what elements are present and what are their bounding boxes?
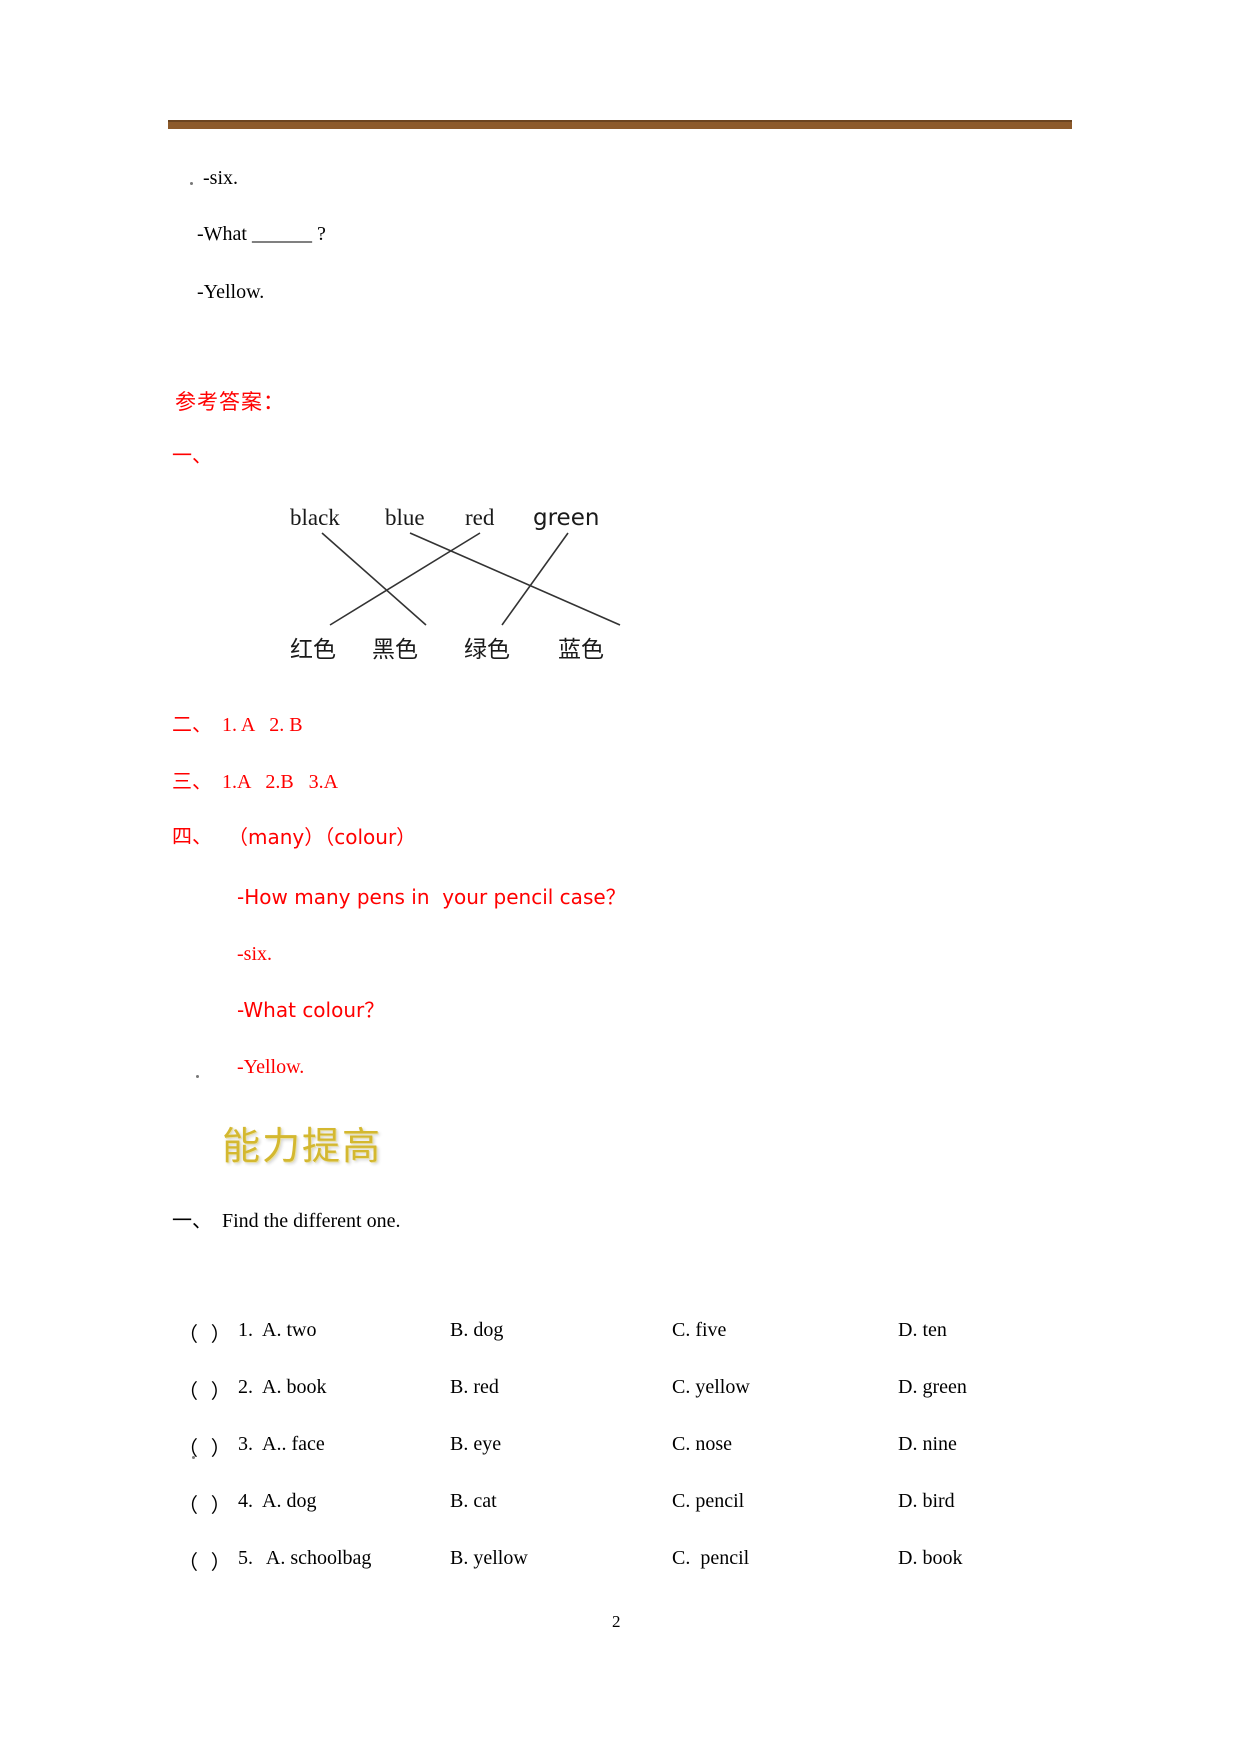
top-line-3: -Yellow. bbox=[197, 281, 265, 303]
question-3-option-c[interactable]: C. nose bbox=[672, 1433, 732, 1456]
question-3-option-b[interactable]: B. eye bbox=[450, 1433, 501, 1456]
answer-dialogue-line-1: -How many pens in your pencil case？ bbox=[237, 885, 626, 909]
answer-three-label: 三、 bbox=[172, 769, 212, 793]
question-1-option-b[interactable]: B. dog bbox=[450, 1319, 503, 1342]
question-5-number: 5. bbox=[238, 1547, 253, 1569]
question-2-mark[interactable]: （ ） bbox=[178, 1375, 231, 1404]
question-2-option-d[interactable]: D. green bbox=[898, 1376, 967, 1399]
match-word-green: green bbox=[533, 505, 600, 531]
answer-two-label: 二、 bbox=[172, 712, 212, 736]
match-cn-blue: 蓝色 bbox=[558, 637, 604, 663]
page-number: 2 bbox=[612, 1612, 621, 1631]
question-1-option-a[interactable]: A. two bbox=[262, 1319, 316, 1342]
top-line-1: -six. bbox=[203, 167, 238, 189]
section-banner-title: 能力提高 bbox=[222, 1124, 383, 1168]
match-cn-green: 绿色 bbox=[464, 637, 510, 663]
question-5-mark[interactable]: （ ） bbox=[178, 1546, 231, 1575]
question-1-mark[interactable]: （ ） bbox=[178, 1318, 231, 1347]
match-word-blue: blue bbox=[385, 505, 425, 530]
answer-dialogue-line-2: -six. bbox=[237, 943, 272, 965]
match-word-black: black bbox=[290, 505, 340, 530]
question-2-number: 2. bbox=[238, 1376, 253, 1398]
top-line-2: -What ______ ? bbox=[197, 223, 326, 245]
question-3-mark[interactable]: （ ） bbox=[178, 1432, 231, 1461]
answer-two-text: 1. A 2. B bbox=[222, 714, 303, 736]
question-3-option-a[interactable]: A.. face bbox=[262, 1433, 325, 1456]
question-3-option-d[interactable]: D. nine bbox=[898, 1433, 957, 1456]
answer-four-text: （many）（colour） bbox=[228, 825, 417, 849]
document-page: -six. -What ______ ? -Yellow. 参考答案： 一、 b… bbox=[0, 0, 1240, 1753]
answer-three-text: 1.A 2.B 3.A bbox=[222, 771, 339, 793]
question-3-number: 3. bbox=[238, 1433, 253, 1455]
matching-diagram: black blue red green 红色 黑色 绿色 蓝色 bbox=[290, 505, 690, 670]
match-word-red: red bbox=[465, 505, 495, 530]
exercise-one-label: 一、 bbox=[172, 1208, 212, 1232]
answer-section-one-label: 一、 bbox=[172, 443, 212, 467]
match-cn-red: 红色 bbox=[290, 637, 336, 663]
question-1-number: 1. bbox=[238, 1319, 253, 1341]
match-cn-black: 黑色 bbox=[372, 637, 418, 663]
question-5-option-d[interactable]: D. book bbox=[898, 1547, 962, 1570]
question-4-mark[interactable]: （ ） bbox=[178, 1489, 231, 1518]
answer-four-label: 四、 bbox=[172, 824, 212, 848]
answers-heading: 参考答案： bbox=[175, 390, 285, 414]
question-5-option-a[interactable]: A. schoolbag bbox=[262, 1547, 372, 1570]
question-5-option-c[interactable]: C. pencil bbox=[672, 1547, 749, 1570]
question-4-option-b[interactable]: B. cat bbox=[450, 1490, 497, 1513]
exercise-one-title: Find the different one. bbox=[222, 1210, 401, 1232]
answer-dialogue-line-3: -What colour？ bbox=[237, 998, 385, 1022]
ink-artifact bbox=[190, 182, 193, 185]
question-4-option-a[interactable]: A. dog bbox=[262, 1490, 316, 1513]
question-4-number: 4. bbox=[238, 1490, 253, 1512]
ink-artifact bbox=[196, 1075, 199, 1078]
question-1-option-c[interactable]: C. five bbox=[672, 1319, 726, 1342]
question-2-option-a[interactable]: A. book bbox=[262, 1376, 326, 1399]
question-1-option-d[interactable]: D. ten bbox=[898, 1319, 947, 1342]
question-5-option-b[interactable]: B. yellow bbox=[450, 1547, 528, 1570]
question-2-option-b[interactable]: B. red bbox=[450, 1376, 499, 1399]
question-4-option-c[interactable]: C. pencil bbox=[672, 1490, 744, 1513]
question-4-option-d[interactable]: D. bird bbox=[898, 1490, 955, 1513]
header-rule bbox=[168, 120, 1072, 129]
question-2-option-c[interactable]: C. yellow bbox=[672, 1376, 750, 1399]
answer-dialogue-line-4: -Yellow. bbox=[237, 1056, 305, 1078]
